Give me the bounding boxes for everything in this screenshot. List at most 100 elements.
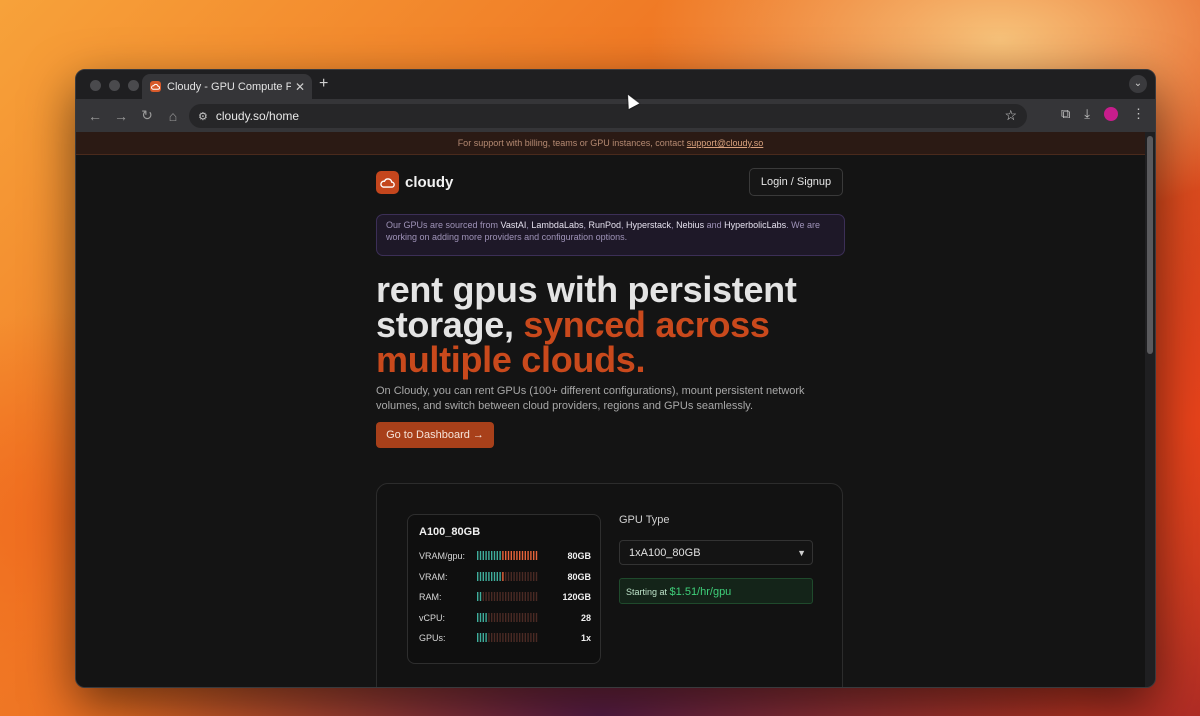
meter-tick	[530, 633, 532, 642]
meter-tick	[527, 633, 529, 642]
tab-cloudy[interactable]: Cloudy - GPU Compute Platform ✕	[142, 74, 312, 99]
bookmark-star-icon[interactable]: ☆	[1004, 107, 1017, 124]
meter-tick	[533, 633, 535, 642]
meter-tick	[499, 592, 501, 601]
extensions-icon[interactable]: ⧉	[1061, 106, 1070, 122]
meter-tick	[524, 633, 526, 642]
meter-tick	[496, 633, 498, 642]
go-to-dashboard-button[interactable]: Go to Dashboard →	[376, 422, 494, 448]
meter-tick	[510, 612, 512, 622]
page-scrollbar[interactable]	[1145, 132, 1155, 687]
gpu-config-card: A100_80GB VRAM/gpu: 80GB VRAM: 80GB RAM: 120G…	[376, 483, 843, 687]
meter-tick	[516, 571, 518, 581]
meter-tick	[527, 551, 529, 560]
meter-tick	[477, 571, 479, 581]
spec-label: GPUs:	[419, 633, 446, 643]
more-menu-icon[interactable]: ⋮	[1132, 106, 1145, 122]
meter-tick	[482, 592, 484, 601]
meter-tick	[485, 633, 487, 642]
meter-tick	[530, 571, 532, 581]
maximize-window-button[interactable]	[128, 80, 139, 91]
meter-tick	[527, 592, 529, 601]
spec-row: VRAM/gpu: 80GB	[419, 550, 591, 562]
reload-icon[interactable]: ↻	[134, 107, 160, 124]
profile-avatar[interactable]	[1104, 107, 1118, 121]
meter-tick	[499, 571, 501, 581]
spec-meter	[477, 592, 538, 601]
meter-tick	[488, 612, 490, 622]
meter-tick	[485, 571, 487, 581]
meter-tick	[502, 592, 504, 601]
meter-tick	[499, 633, 501, 642]
meter-tick	[505, 612, 507, 622]
back-arrow-icon[interactable]: ←	[82, 108, 108, 124]
meter-tick	[482, 551, 484, 560]
meter-tick	[510, 592, 512, 601]
meter-tick	[488, 633, 490, 642]
brand-logo-link[interactable]: cloudy	[376, 171, 453, 194]
price-prefix: Starting at	[626, 587, 670, 597]
spec-row: GPUs: 1x	[419, 632, 591, 644]
meter-tick	[513, 633, 515, 642]
spec-label: VRAM/gpu:	[419, 551, 466, 561]
close-icon[interactable]: ✕	[295, 80, 305, 94]
notice-prefix: Our GPUs are sourced from	[386, 220, 501, 230]
meter-tick	[513, 612, 515, 622]
spec-meter	[477, 612, 538, 622]
spec-label: vCPU:	[419, 612, 446, 623]
home-icon[interactable]: ⌂	[160, 108, 186, 124]
spec-meter	[477, 551, 538, 560]
meter-tick	[519, 571, 521, 581]
meter-tick	[482, 571, 484, 581]
support-email-link[interactable]: support@cloudy.so	[687, 138, 764, 148]
browser-toolbar: ← → ↻ ⌂ ⚙ cloudy.so/home ☆ ⧉ ⤓ ⋮	[76, 99, 1155, 132]
price-value: $1.51/hr/gpu	[669, 586, 732, 598]
meter-tick	[535, 592, 538, 601]
address-bar[interactable]: ⚙ cloudy.so/home ☆	[189, 104, 1027, 128]
provider-nebius: Nebius	[676, 220, 705, 230]
meter-tick	[516, 633, 518, 642]
close-window-button[interactable]	[90, 80, 101, 91]
meter-tick	[521, 592, 524, 601]
meter-tick	[502, 571, 504, 581]
gpu-type-label: GPU Type	[619, 514, 670, 526]
hero-heading: rent gpus with persistent storage, synce…	[376, 272, 846, 378]
forward-arrow-icon[interactable]: →	[108, 108, 134, 124]
meter-tick	[505, 571, 507, 581]
meter-tick	[510, 633, 512, 642]
toolbar-actions: ⧉ ⤓ ⋮	[1061, 106, 1145, 122]
meter-tick	[524, 551, 526, 560]
provider-lambdalabs: LambdaLabs	[531, 220, 584, 230]
spec-row: RAM: 120GB	[419, 591, 591, 603]
meter-tick	[507, 551, 510, 560]
meter-tick	[496, 551, 498, 560]
meter-tick	[505, 592, 507, 601]
gpu-type-select[interactable]: 1xA100_80GB ▼	[619, 540, 813, 565]
meter-tick	[493, 633, 496, 642]
new-tab-button[interactable]: +	[319, 75, 328, 93]
minimize-window-button[interactable]	[109, 80, 120, 91]
chevron-down-icon[interactable]: ⌄	[1129, 75, 1147, 93]
spec-value: 80GB	[567, 551, 591, 561]
meter-tick	[485, 612, 487, 622]
meter-tick	[485, 592, 487, 601]
meter-tick	[519, 592, 521, 601]
meter-tick	[507, 612, 510, 622]
provider-vastai: VastAI	[500, 220, 527, 230]
meter-tick	[516, 612, 518, 622]
download-icon[interactable]: ⤓	[1084, 106, 1090, 122]
meter-tick	[533, 551, 535, 560]
url-text[interactable]: cloudy.so/home	[216, 109, 299, 123]
provider-runpod: RunPod	[588, 220, 622, 230]
meter-tick	[491, 612, 493, 622]
scrollbar-thumb[interactable]	[1147, 136, 1153, 354]
chevron-down-icon: ▼	[797, 548, 806, 558]
browser-window: Cloudy - GPU Compute Platform ✕ + ⌄ ← → …	[75, 69, 1156, 688]
provider-hyperstack: Hyperstack	[626, 220, 672, 230]
meter-tick	[479, 633, 482, 642]
login-signup-button[interactable]: Login / Signup	[749, 168, 843, 196]
meter-tick	[491, 592, 493, 601]
spec-meter	[477, 633, 538, 642]
meter-tick	[507, 571, 510, 581]
site-settings-icon[interactable]: ⚙	[198, 110, 208, 123]
